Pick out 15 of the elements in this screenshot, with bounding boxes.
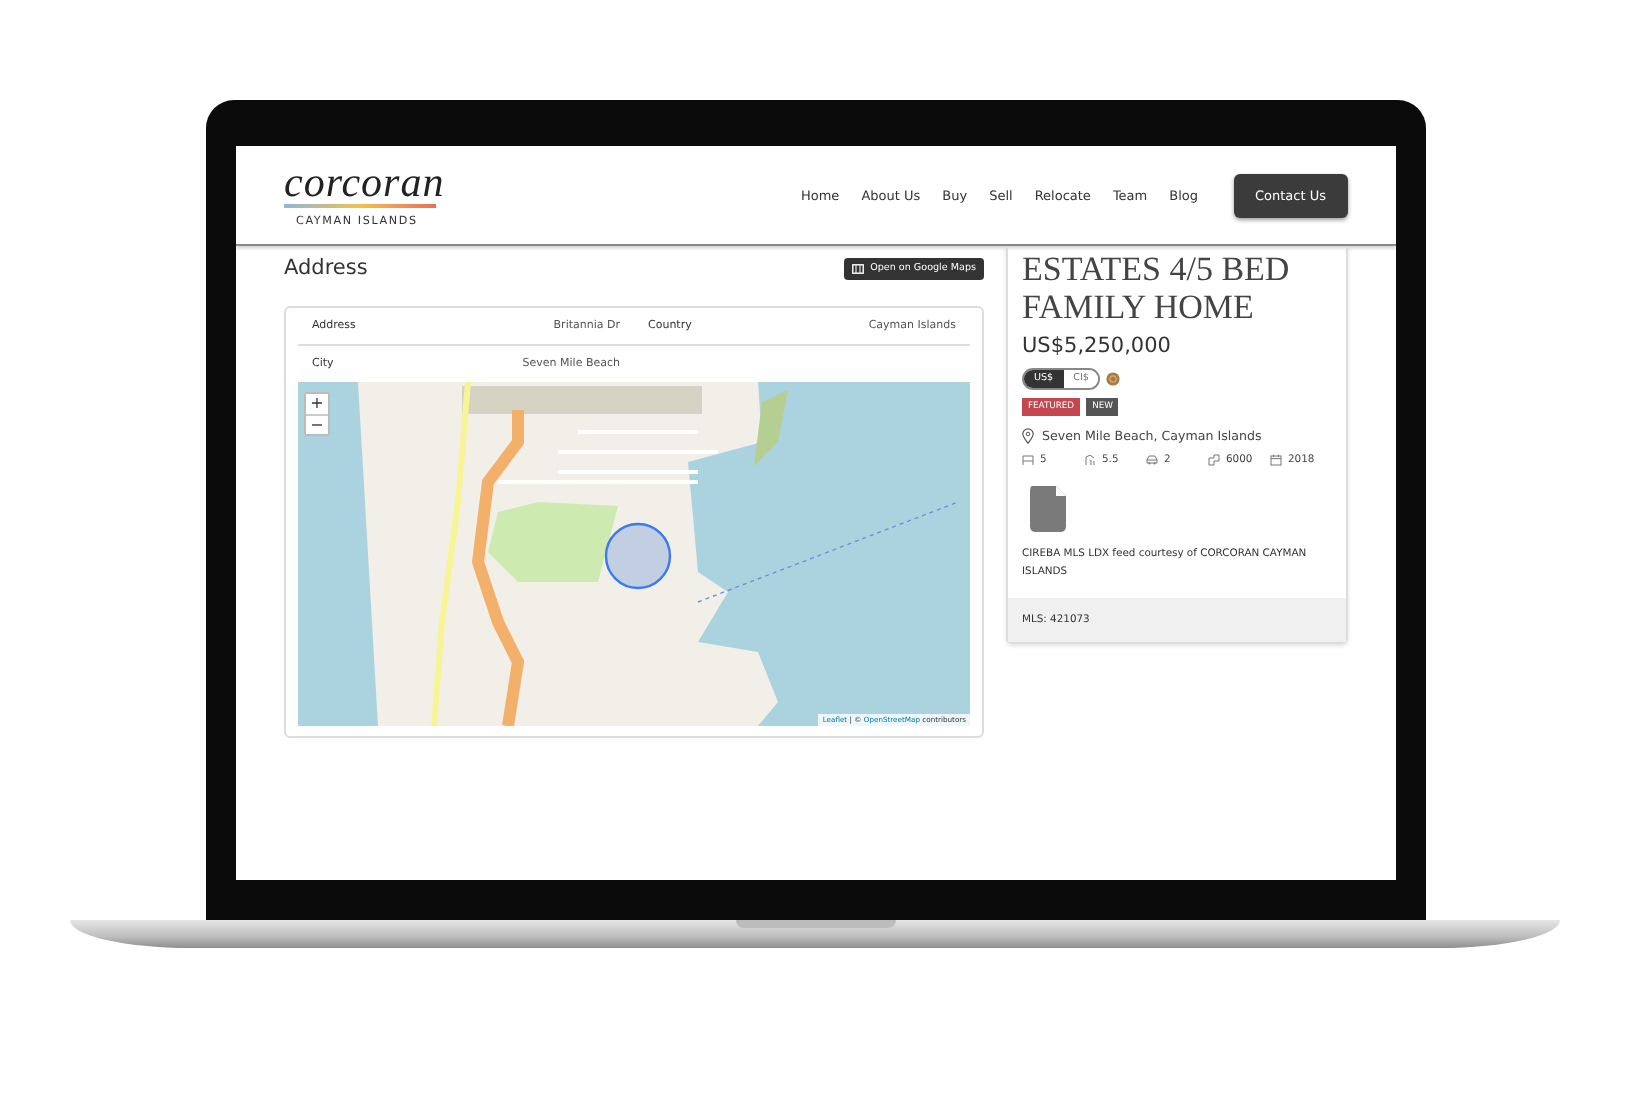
zoom-out-button[interactable]: − xyxy=(306,414,328,434)
bed-icon xyxy=(1022,454,1034,466)
map-icon xyxy=(852,263,865,273)
car-icon xyxy=(1146,454,1158,466)
listing-price: US$5,250,000 xyxy=(1022,334,1173,358)
floor-plan-icon xyxy=(1208,454,1220,466)
location-pin-icon xyxy=(1022,428,1034,444)
listing-title: ESTATES 4/5 BED FAMILY HOME xyxy=(1022,250,1292,326)
calendar-icon xyxy=(1270,454,1282,466)
logo-wordmark[interactable]: corcoran xyxy=(284,162,445,202)
shower-icon xyxy=(1084,454,1096,466)
zoom-in-button[interactable]: + xyxy=(306,394,328,414)
coin-icon xyxy=(1106,372,1121,386)
document-icon xyxy=(1028,484,1068,534)
section-title: Address xyxy=(284,256,368,280)
